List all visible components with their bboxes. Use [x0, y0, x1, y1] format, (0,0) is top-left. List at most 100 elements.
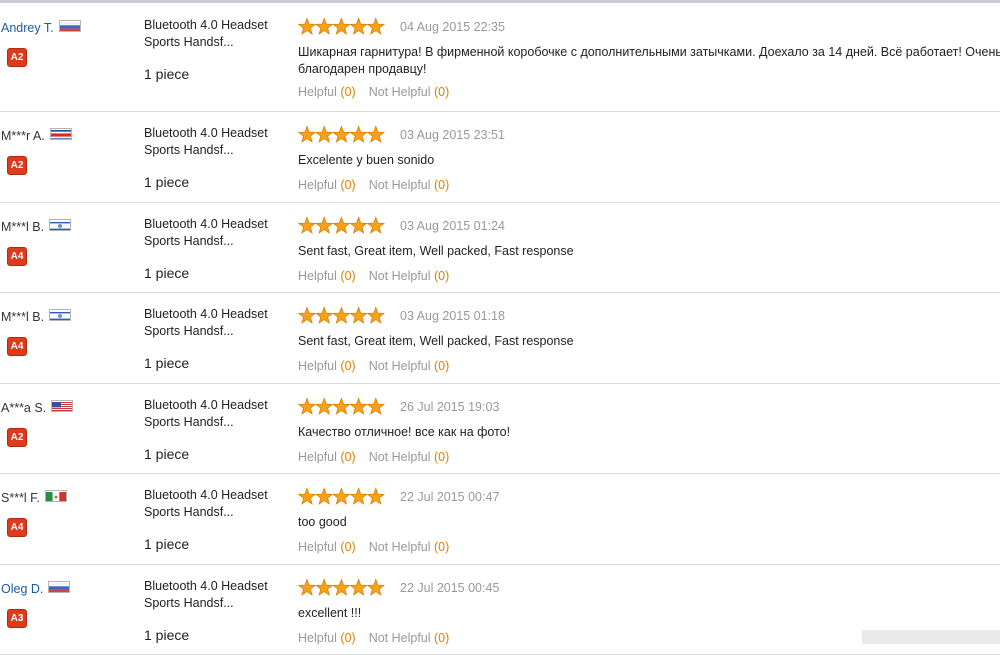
review-row: Oleg D. A3 Bluetooth 4.0 Headset Sports …: [0, 565, 1000, 655]
review-comment: Качество отличное! все как на фото!: [298, 424, 1000, 441]
buyer-name-text: M***l B.: [1, 310, 45, 324]
not-helpful-count: (0): [434, 359, 450, 373]
star-icon: [298, 397, 317, 415]
product-title-line: Bluetooth 4.0 Headset: [144, 307, 268, 321]
not-helpful-button[interactable]: Not Helpful (0): [369, 631, 450, 645]
review-date: 03 Aug 2015 23:51: [400, 128, 505, 142]
star-icon: [314, 216, 334, 234]
rating-stars: [298, 397, 386, 417]
product-title[interactable]: Bluetooth 4.0 Headset Sports Handsf...: [144, 125, 268, 159]
star-icon: [298, 216, 317, 234]
review-date: 04 Aug 2015 22:35: [400, 20, 505, 34]
helpful-votes: Helpful (0) Not Helpful (0): [298, 631, 449, 645]
helpful-votes: Helpful (0) Not Helpful (0): [298, 178, 449, 192]
country-flag-icon: [49, 219, 72, 231]
review-comment-line: благодарен продавцу!: [298, 62, 427, 76]
buyer-level-badge: A2: [7, 48, 27, 67]
star-icon: [314, 125, 334, 143]
buyer-name: M***r A.: [1, 128, 72, 143]
star-icon: [314, 306, 334, 324]
top-divider: [0, 0, 1000, 3]
not-helpful-count: (0): [434, 178, 450, 192]
product-title[interactable]: Bluetooth 4.0 Headset Sports Handsf...: [144, 487, 268, 521]
country-flag-icon: [49, 309, 72, 321]
star-icon: [314, 578, 334, 596]
buyer-level-badge: A4: [7, 518, 27, 537]
star-icon: [332, 397, 351, 415]
star-icon: [366, 578, 386, 596]
not-helpful-button[interactable]: Not Helpful (0): [369, 450, 450, 464]
star-icon: [332, 487, 351, 505]
buyer-name-text: Oleg D.: [1, 582, 44, 596]
helpful-label: Helpful: [298, 178, 337, 192]
star-icon: [298, 17, 317, 35]
review-row: A***a S. A2 Bluetooth 4.0 Headset Sports…: [0, 384, 1000, 474]
review-date: 22 Jul 2015 00:47: [400, 490, 500, 504]
not-helpful-label: Not Helpful: [368, 178, 431, 192]
star-icon: [366, 17, 386, 35]
review-date: 03 Aug 2015 01:24: [400, 219, 505, 233]
star-icon: [332, 578, 351, 596]
not-helpful-label: Not Helpful: [368, 359, 431, 373]
helpful-button[interactable]: Helpful (0): [298, 631, 356, 645]
not-helpful-count: (0): [434, 269, 450, 283]
buyer-name-text: S***l F.: [1, 491, 40, 505]
review-comment-line: Excelente y buen sonido: [298, 153, 435, 167]
review-row: M***r A. A2 Bluetooth 4.0 Headset Sports…: [0, 112, 1000, 203]
star-icon: [298, 125, 317, 143]
order-quantity: 1 piece: [144, 446, 190, 462]
order-quantity: 1 piece: [144, 265, 190, 281]
buyer-name: A***a S.: [1, 400, 74, 415]
not-helpful-count: (0): [434, 631, 450, 645]
product-title[interactable]: Bluetooth 4.0 Headset Sports Handsf...: [144, 216, 268, 250]
helpful-label: Helpful: [298, 450, 337, 464]
product-title[interactable]: Bluetooth 4.0 Headset Sports Handsf...: [144, 306, 268, 340]
helpful-button[interactable]: Helpful (0): [298, 450, 356, 464]
not-helpful-count: (0): [434, 85, 450, 99]
helpful-button[interactable]: Helpful (0): [298, 540, 356, 554]
rating-stars: [298, 125, 386, 145]
helpful-count: (0): [340, 450, 356, 464]
country-flag-icon: [51, 400, 74, 412]
not-helpful-button[interactable]: Not Helpful (0): [369, 359, 450, 373]
helpful-button[interactable]: Helpful (0): [298, 359, 356, 373]
rating-stars: [298, 306, 386, 326]
not-helpful-button[interactable]: Not Helpful (0): [369, 269, 450, 283]
star-icon: [349, 306, 368, 324]
buyer-name: S***l F.: [1, 490, 67, 505]
review-date: 26 Jul 2015 19:03: [400, 400, 500, 414]
star-icon: [332, 125, 351, 143]
review-comment-line: Sent fast, Great item, Well packed, Fast…: [298, 334, 574, 348]
buyer-name[interactable]: Oleg D.: [1, 581, 71, 596]
product-title[interactable]: Bluetooth 4.0 Headset Sports Handsf...: [144, 397, 268, 431]
helpful-label: Helpful: [298, 269, 337, 283]
product-title[interactable]: Bluetooth 4.0 Headset Sports Handsf...: [144, 17, 268, 51]
rating-stars: [298, 578, 386, 598]
review-row: M***l B. A4 Bluetooth 4.0 Headset Sports…: [0, 203, 1000, 293]
helpful-button[interactable]: Helpful (0): [298, 85, 356, 99]
star-icon: [349, 125, 368, 143]
review-comment-line: Sent fast, Great item, Well packed, Fast…: [298, 244, 574, 258]
helpful-button[interactable]: Helpful (0): [298, 178, 356, 192]
not-helpful-button[interactable]: Not Helpful (0): [369, 85, 450, 99]
buyer-name[interactable]: Andrey T.: [1, 20, 81, 35]
not-helpful-button[interactable]: Not Helpful (0): [369, 540, 450, 554]
not-helpful-button[interactable]: Not Helpful (0): [369, 178, 450, 192]
star-icon: [366, 487, 386, 505]
buyer-name: M***l B.: [1, 219, 72, 234]
star-icon: [349, 17, 368, 35]
review-comment-line: excellent !!!: [298, 606, 362, 620]
not-helpful-count: (0): [434, 540, 450, 554]
star-icon: [332, 17, 351, 35]
review-comment: Excelente y buen sonido: [298, 152, 1000, 169]
helpful-button[interactable]: Helpful (0): [298, 269, 356, 283]
buyer-name-text: Andrey T.: [1, 21, 54, 35]
review-date: 22 Jul 2015 00:45: [400, 581, 500, 595]
review-comment: excellent !!!: [298, 605, 1000, 622]
country-flag-icon: [58, 20, 81, 32]
star-icon: [366, 306, 386, 324]
product-title[interactable]: Bluetooth 4.0 Headset Sports Handsf...: [144, 578, 268, 612]
buyer-name: M***l B.: [1, 309, 72, 324]
product-title-line: Bluetooth 4.0 Headset: [144, 217, 268, 231]
product-title-line: Bluetooth 4.0 Headset: [144, 579, 268, 593]
